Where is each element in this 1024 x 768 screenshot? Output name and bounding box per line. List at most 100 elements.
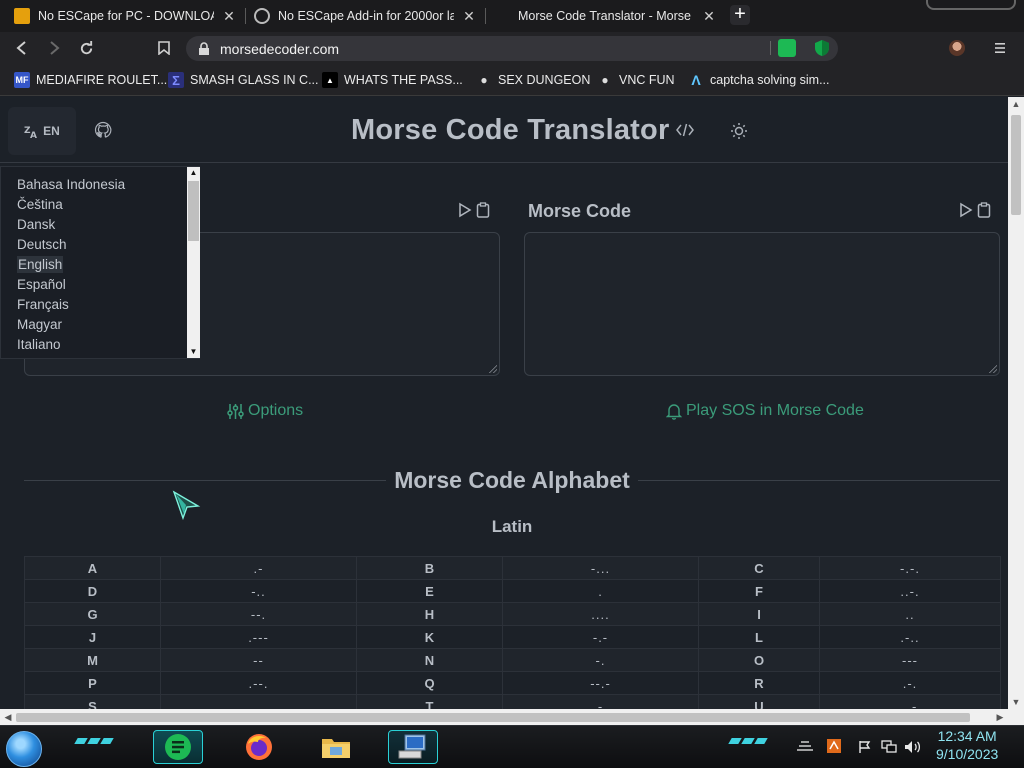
scroll-thumb[interactable] (1011, 115, 1021, 215)
scroll-up-icon[interactable]: ▲ (187, 167, 200, 179)
tab-no-escape-download[interactable]: No ESCape for PC - DOWNLOAD ✕ (6, 4, 244, 28)
resize-grip[interactable] (489, 365, 497, 373)
clipboard-icon[interactable] (977, 202, 991, 218)
language-option[interactable]: Deutsch (1, 235, 187, 255)
taskbar-app-remote[interactable] (388, 730, 438, 764)
divider (770, 41, 771, 55)
resize-grip[interactable] (989, 365, 997, 373)
letter-cell: T (356, 694, 503, 709)
new-tab-button[interactable]: + (730, 4, 750, 25)
language-option-label: English (17, 256, 64, 273)
bookmark-smash-glass[interactable]: Σ SMASH GLASS IN C... (168, 71, 319, 89)
language-option[interactable]: Dansk (1, 215, 187, 235)
language-option[interactable]: Italiano (1, 335, 187, 355)
latin-heading: Latin (491, 517, 533, 536)
bookmark-label: SMASH GLASS IN C... (190, 73, 319, 87)
bookmark-captcha[interactable]: Λ captcha solving sim... (688, 71, 829, 89)
menu-icon[interactable] (992, 40, 1008, 56)
language-option[interactable]: Magyar (1, 315, 187, 335)
forward-button[interactable] (44, 38, 64, 58)
bookmark-sex-dungeon[interactable]: ● SEX DUNGEON (476, 71, 590, 89)
taskbar-app-firefox[interactable] (234, 730, 284, 764)
page-horizontal-scrollbar[interactable]: ◀ ▶ (0, 709, 1024, 725)
extension-green-icon[interactable] (778, 39, 796, 57)
morse-code-cell: -.-. (819, 556, 1001, 580)
translate-icon: ZA (24, 126, 37, 138)
network-icon[interactable] (881, 740, 897, 754)
table-row: G --. H.... I.. (24, 602, 1001, 626)
close-icon[interactable]: ✕ (702, 8, 716, 25)
language-option[interactable]: Français (1, 295, 187, 315)
morse-alphabet-table: A .- B -... C -.-. D -.. E. F ..-. G --. H.... I.. J .--… (24, 556, 1001, 709)
play-sos-link[interactable]: Play SOS in Morse Code (666, 402, 864, 420)
bookmark-whats-the-pass[interactable]: ▲ WHATS THE PASS... (322, 71, 463, 89)
language-button[interactable]: ZA EN (8, 107, 76, 155)
morse-code-input-area[interactable] (524, 232, 1000, 376)
letter-cell: J (24, 625, 161, 649)
letter-cell: E (356, 579, 503, 603)
tab-title: Morse Code Translator - Morse De (518, 9, 694, 23)
volume-icon[interactable] (904, 740, 922, 754)
bookmark-mediafire[interactable]: MF MEDIAFIRE ROULET... (14, 71, 167, 89)
taskbar (0, 725, 1024, 768)
tab-morse-code-translator[interactable]: Morse Code Translator - Morse De ✕ (486, 4, 724, 28)
address-bar[interactable]: morsedecoder.com (186, 36, 838, 61)
web-page: ZA EN Morse Code Translator Morse Code O… (0, 97, 1008, 709)
language-option-label: Español (17, 277, 66, 292)
letter-cell: D (24, 579, 161, 603)
scroll-thumb[interactable] (16, 713, 970, 722)
morse-code-cell: -... (502, 556, 699, 580)
scroll-right-icon[interactable]: ▶ (992, 709, 1008, 725)
taskbar-app-notes[interactable] (153, 730, 203, 764)
bookmark-page-button[interactable] (154, 38, 174, 58)
scroll-down-icon[interactable]: ▼ (187, 346, 200, 358)
taskbar-decoration (728, 738, 768, 750)
shield-extension-icon[interactable] (813, 39, 831, 57)
letter-cell: O (698, 648, 820, 672)
globe-icon (254, 8, 270, 24)
start-button[interactable] (6, 731, 42, 767)
play-icon[interactable] (959, 202, 973, 218)
scroll-left-icon[interactable]: ◀ (0, 709, 16, 725)
left-panel-actions (458, 202, 490, 218)
flag-icon[interactable] (858, 740, 872, 754)
scroll-up-icon[interactable]: ▲ (1008, 97, 1024, 111)
language-option[interactable]: Bahasa Indonesia (1, 175, 187, 195)
site-header: ZA EN Morse Code Translator (0, 97, 1008, 163)
morse-code-cell: .- (160, 556, 357, 580)
embed-code-icon[interactable] (676, 122, 694, 138)
mouse-cursor-icon (172, 490, 202, 522)
language-option[interactable]: Čeština (1, 195, 187, 215)
browser-toolbar: morsedecoder.com (0, 32, 1024, 64)
bookmark-label: MEDIAFIRE ROULET... (36, 73, 168, 87)
tab-title: No ESCape Add-in for 2000or later (278, 9, 454, 23)
language-scrollbar[interactable]: ▲ ▼ (187, 167, 200, 358)
theme-toggle-sun-icon[interactable] (730, 122, 748, 140)
scroll-thumb[interactable] (188, 181, 199, 241)
window-frame-decoration (926, 0, 1016, 10)
tab-no-escape-addin[interactable]: No ESCape Add-in for 2000or later ✕ (246, 4, 484, 28)
bookmark-vnc-fun[interactable]: ● VNC FUN (597, 71, 674, 89)
language-option[interactable]: English (1, 255, 187, 275)
letter-cell: U (698, 694, 820, 709)
show-hidden-icons-icon[interactable] (795, 740, 815, 752)
scroll-down-icon[interactable]: ▼ (1008, 695, 1024, 709)
system-clock[interactable]: 12:34 AM 9/10/2023 (936, 727, 998, 763)
close-icon[interactable]: ✕ (462, 8, 476, 25)
bell-icon (666, 404, 682, 420)
tray-app-icon[interactable] (826, 738, 842, 754)
options-link[interactable]: Options (227, 402, 303, 420)
profile-avatar[interactable] (949, 40, 965, 56)
taskbar-app-file-explorer[interactable] (311, 730, 361, 764)
github-icon[interactable] (94, 121, 112, 139)
close-icon[interactable]: ✕ (222, 8, 236, 25)
page-vertical-scrollbar[interactable]: ▲ ▼ (1008, 97, 1024, 709)
language-option[interactable]: Español (1, 275, 187, 295)
letter-cell: F (698, 579, 820, 603)
play-icon[interactable] (458, 202, 472, 218)
language-option-label: Italiano (17, 337, 61, 352)
reload-button[interactable] (76, 38, 96, 58)
clipboard-icon[interactable] (476, 202, 490, 218)
lock-icon (199, 41, 209, 55)
back-button[interactable] (12, 38, 32, 58)
